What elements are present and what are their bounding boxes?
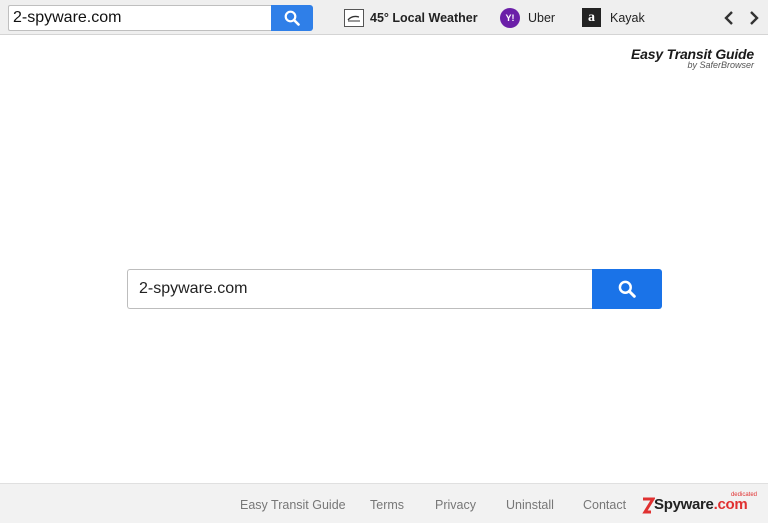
weather-icon xyxy=(344,8,364,27)
search-icon xyxy=(284,10,300,26)
main-search xyxy=(127,269,662,309)
weather-label: 45° Local Weather xyxy=(370,10,478,25)
kayak-label: Kayak xyxy=(610,10,645,25)
brand-logo: Easy Transit Guide by SaferBrowser xyxy=(631,46,754,70)
uber-label: Uber xyxy=(528,10,556,25)
watermark-logo: 2Spyware.com dedicated xyxy=(641,492,759,516)
search-icon xyxy=(618,280,636,298)
main-search-button[interactable] xyxy=(592,269,662,309)
footer-link-easy-transit-guide[interactable]: Easy Transit Guide xyxy=(240,498,346,512)
footer-link-privacy[interactable]: Privacy xyxy=(435,498,476,512)
amazon-icon-text: a xyxy=(588,9,595,25)
chevron-left-icon xyxy=(724,11,733,25)
yahoo-icon: Y! xyxy=(500,7,520,28)
top-toolbar: 45° Local Weather Y! Uber a Kayak xyxy=(0,0,768,35)
toolbar-search-input[interactable] xyxy=(8,5,271,31)
watermark-text: 2Spyware.com xyxy=(654,496,748,513)
watermark-badge: dedicated xyxy=(730,492,757,498)
footer: Easy Transit Guide Terms Privacy Uninsta… xyxy=(0,483,768,523)
chevron-right-icon xyxy=(750,11,759,25)
footer-link-terms[interactable]: Terms xyxy=(370,498,404,512)
footer-link-contact[interactable]: Contact xyxy=(583,498,626,512)
watermark-text-b: Spyware xyxy=(654,496,714,513)
main-search-input[interactable] xyxy=(127,269,592,309)
spyware-logo-icon xyxy=(642,497,655,514)
uber-button[interactable]: Y! Uber xyxy=(500,0,555,35)
toolbar-search-button[interactable] xyxy=(271,5,313,31)
amazon-icon: a xyxy=(582,8,601,27)
footer-link-uninstall[interactable]: Uninstall xyxy=(506,498,554,512)
scroll-left-button[interactable] xyxy=(722,8,736,28)
toolbar-search xyxy=(8,5,313,31)
local-weather-button[interactable]: 45° Local Weather xyxy=(344,0,478,35)
kayak-button[interactable]: a Kayak xyxy=(582,0,645,35)
watermark-text-c: .com xyxy=(713,496,748,513)
scroll-right-button[interactable] xyxy=(747,8,761,28)
yahoo-icon-text: Y! xyxy=(505,12,515,23)
